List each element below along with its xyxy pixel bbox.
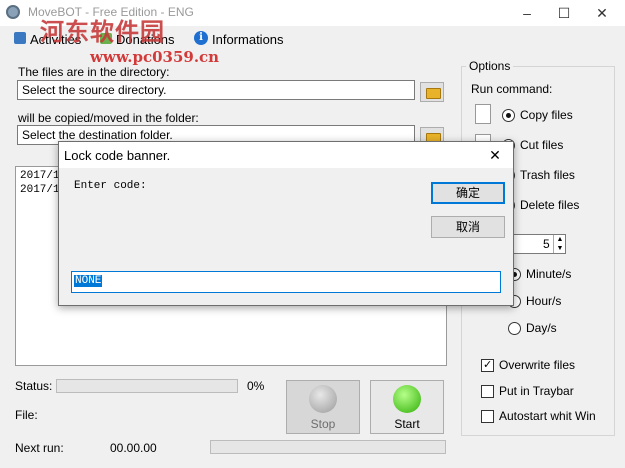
- delete-files-label: Delete files: [520, 198, 580, 212]
- status-percent: 0%: [247, 379, 265, 393]
- hours-label: Hour/s: [526, 294, 562, 308]
- start-label: Start: [394, 417, 420, 431]
- dialog-prompt: Enter code:: [74, 180, 147, 192]
- copy-files-label: Copy files: [520, 108, 573, 122]
- dialog-close-icon[interactable]: ✕: [483, 145, 507, 165]
- file-label: File:: [15, 408, 38, 422]
- source-browse-button[interactable]: [420, 82, 444, 102]
- dialog-ok-button[interactable]: 确定: [431, 182, 505, 204]
- spin-up-button[interactable]: ▲: [553, 235, 566, 244]
- watermark-url: www.pc0359.cn: [90, 48, 220, 66]
- dialog-title: Lock code banner.: [64, 148, 171, 163]
- next-run-label: Next run:: [15, 441, 64, 455]
- trash-files-label: Trash files: [520, 168, 575, 182]
- source-label: The files are in the directory:: [18, 65, 170, 79]
- traybar-label: Put in Traybar: [499, 384, 574, 398]
- interval-spinner[interactable]: 5 ▲ ▼: [512, 234, 566, 254]
- options-title: Options: [466, 59, 514, 73]
- spin-down-button[interactable]: ▼: [553, 244, 566, 253]
- cut-files-label: Cut files: [520, 138, 564, 152]
- log-line: 2017/1: [20, 170, 60, 182]
- dialog-cancel-button[interactable]: 取消: [431, 216, 505, 238]
- status-progress-bar: [56, 379, 238, 393]
- autostart-checkbox[interactable]: [481, 410, 494, 423]
- minimize-button[interactable]: –: [510, 0, 544, 26]
- minutes-label: Minute/s: [526, 267, 572, 281]
- radio-days[interactable]: [508, 322, 521, 335]
- next-run-value: 00.00.00: [110, 441, 157, 455]
- dest-label: will be copied/moved in the folder:: [18, 111, 199, 125]
- info-icon: i: [194, 31, 208, 45]
- dialog-code-input[interactable]: NONE: [71, 271, 501, 293]
- menu-informations[interactable]: Informations: [212, 32, 284, 47]
- autostart-label: Autostart whit Win: [499, 409, 596, 423]
- overwrite-label: Overwrite files: [499, 358, 576, 372]
- next-run-progress-bar: [210, 440, 446, 454]
- run-command-label: Run command:: [471, 82, 553, 96]
- status-label: Status:: [15, 379, 53, 393]
- radio-copy-files[interactable]: [502, 109, 515, 122]
- source-input[interactable]: Select the source directory.: [17, 80, 415, 100]
- activities-icon: [14, 32, 26, 44]
- close-button[interactable]: ✕: [585, 0, 619, 26]
- document-icon: [475, 104, 491, 124]
- watermark-text: 河东软件园: [40, 17, 165, 46]
- overwrite-checkbox[interactable]: [481, 358, 494, 372]
- log-line: 2017/1: [20, 184, 60, 196]
- folder-icon: [426, 88, 441, 99]
- stop-label: Stop: [310, 417, 336, 431]
- lock-code-dialog: Lock code banner. ✕ Enter code: 确定 取消 NO…: [58, 141, 514, 306]
- days-label: Day/s: [526, 321, 557, 335]
- traybar-checkbox[interactable]: [481, 385, 494, 398]
- app-gear-icon: [6, 5, 20, 19]
- start-ball-icon: [393, 385, 421, 413]
- stop-button[interactable]: Stop: [286, 380, 360, 434]
- stop-ball-icon: [309, 385, 337, 413]
- interval-value: 5: [543, 237, 550, 251]
- code-input-value: NONE: [74, 275, 103, 287]
- start-button[interactable]: Start: [370, 380, 444, 434]
- maximize-button[interactable]: ☐: [547, 0, 581, 26]
